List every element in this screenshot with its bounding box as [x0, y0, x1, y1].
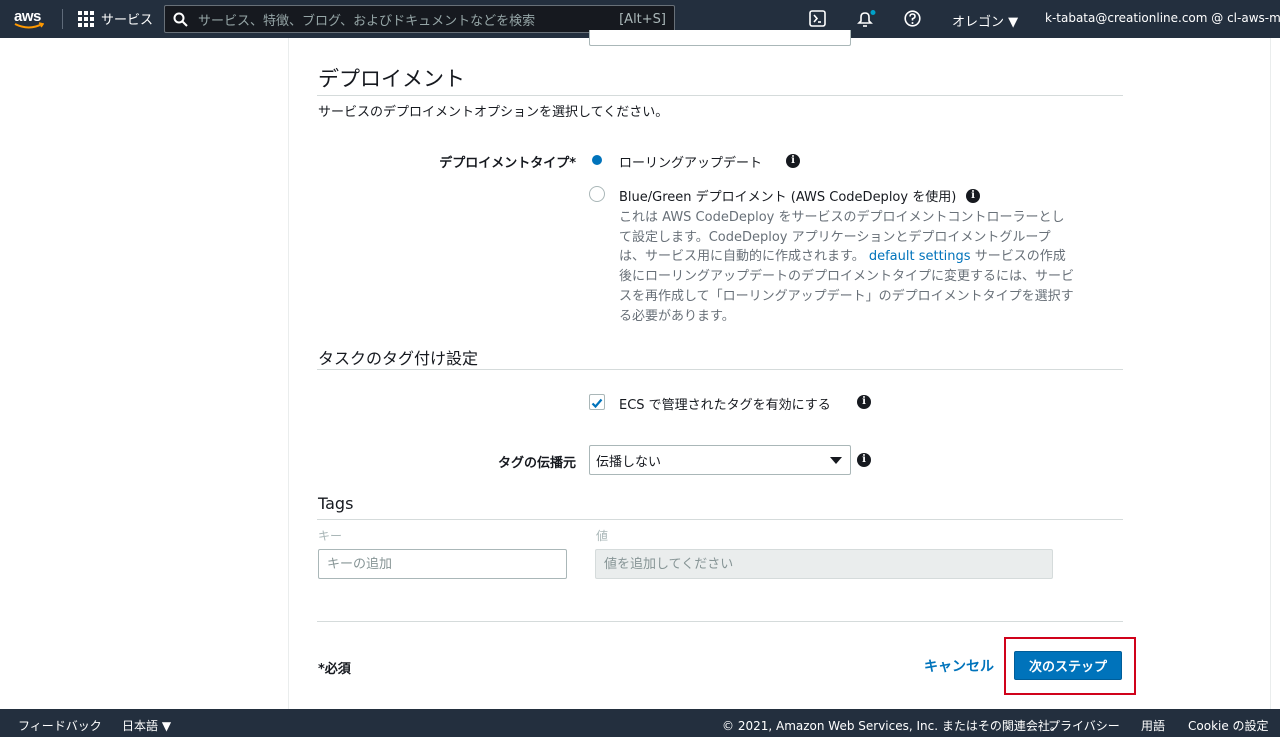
- tags-key-header: キー: [318, 529, 343, 543]
- ecs-managed-tags-label[interactable]: ECS で管理されたタグを有効にする: [619, 394, 831, 413]
- services-menu-button[interactable]: サービス: [78, 9, 153, 28]
- default-settings-link[interactable]: default settings: [869, 249, 971, 264]
- previous-field-stub[interactable]: [589, 30, 851, 46]
- deployment-divider: [317, 95, 1123, 96]
- task-tagging-divider: [317, 369, 1123, 370]
- actions-divider: [317, 621, 1123, 622]
- rolling-update-label[interactable]: ローリングアップデート: [619, 152, 762, 171]
- footer-terms-link[interactable]: 用語: [1141, 717, 1165, 734]
- ecs-managed-tags-checkbox[interactable]: [589, 394, 605, 410]
- blue-green-label[interactable]: Blue/Green デプロイメント (AWS CodeDeploy を使用): [619, 186, 956, 205]
- sidebar-divider: [288, 38, 289, 709]
- tags-divider: [317, 519, 1123, 520]
- info-icon[interactable]: i: [857, 453, 871, 467]
- search-icon: [173, 12, 188, 27]
- task-tagging-heading: タスクのタグ付け設定: [318, 349, 479, 368]
- footer-bar: フィードバック 日本語 ▼ © 2021, Amazon Web Service…: [0, 709, 1280, 737]
- required-note: *必須: [318, 662, 351, 677]
- deployment-description: サービスのデプロイメントオプションを選択してください。: [318, 105, 669, 120]
- tags-heading: Tags: [318, 494, 354, 513]
- search-placeholder: サービス、特徴、ブログ、およびドキュメントなどを検索: [198, 13, 536, 29]
- content-right-border: [1270, 38, 1271, 709]
- footer-privacy-link[interactable]: プライバシー: [1048, 717, 1120, 734]
- footer-feedback-link[interactable]: フィードバック: [18, 717, 102, 734]
- radio-rolling-update[interactable]: [589, 152, 605, 168]
- radio-blue-green[interactable]: [589, 186, 605, 202]
- footer-language-selector[interactable]: 日本語 ▼: [122, 717, 171, 734]
- help-icon[interactable]: [904, 10, 921, 31]
- grid-icon: [78, 10, 94, 27]
- deployment-heading: デプロイメント: [318, 67, 465, 91]
- propagate-tags-value: 伝播しない: [596, 454, 662, 470]
- checkmark-icon: [591, 398, 603, 409]
- account-menu[interactable]: k-tabata@creationline.com @ cl-aws-ml ▼: [1045, 11, 1280, 25]
- highlight-box: [1004, 637, 1136, 695]
- footer-cookie-link[interactable]: Cookie の設定: [1188, 717, 1269, 734]
- info-icon[interactable]: i: [786, 154, 800, 168]
- nav-divider: [62, 9, 63, 29]
- tags-value-header: 値: [596, 529, 609, 543]
- tag-value-input[interactable]: [595, 549, 1053, 579]
- blue-green-help-text: これは AWS CodeDeploy をサービスのデプロイメントコントローラーと…: [619, 208, 1074, 326]
- global-search-box[interactable]: サービス、特徴、ブログ、およびドキュメントなどを検索 [Alt+S]: [164, 5, 675, 33]
- propagate-tags-select[interactable]: 伝播しない: [589, 445, 851, 475]
- deployment-type-label: デプロイメントタイプ*: [439, 156, 576, 171]
- chevron-down-icon: [830, 457, 842, 464]
- footer-copyright: © 2021, Amazon Web Services, Inc. またはその関…: [722, 719, 1062, 733]
- search-shortcut: [Alt+S]: [619, 11, 666, 27]
- aws-smile-icon: [14, 22, 44, 29]
- cancel-button[interactable]: キャンセル: [924, 656, 994, 676]
- info-icon[interactable]: i: [966, 189, 980, 203]
- services-label: サービス: [101, 13, 154, 28]
- cloudshell-icon[interactable]: [809, 10, 826, 31]
- propagate-tags-label: タグの伝播元: [497, 456, 576, 471]
- region-selector[interactable]: オレゴン ▼: [952, 11, 1018, 30]
- bell-icon[interactable]: [856, 10, 876, 32]
- info-icon[interactable]: i: [857, 395, 871, 409]
- aws-logo[interactable]: aws: [14, 6, 48, 32]
- tag-key-input[interactable]: [318, 549, 567, 579]
